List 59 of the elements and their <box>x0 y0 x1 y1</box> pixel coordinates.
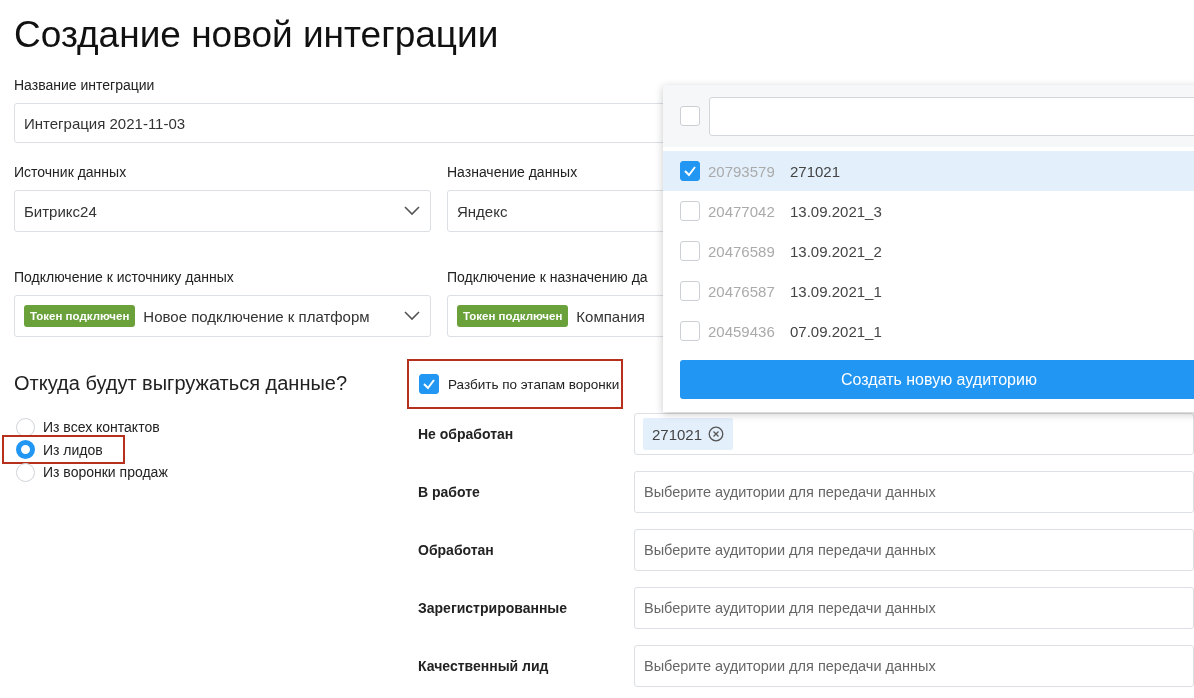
page-title: Создание новой интеграции <box>14 13 499 57</box>
audience-name: 271021 <box>790 162 841 180</box>
radio-label: Из воронки продаж <box>43 464 168 480</box>
audience-id: 20793579 <box>708 162 776 180</box>
field-label: Подключение к назначению да <box>447 269 648 285</box>
radio-button[interactable] <box>16 440 35 459</box>
audience-id: 20476589 <box>708 242 776 260</box>
remove-icon[interactable] <box>708 426 725 442</box>
audience-option[interactable]: 20477042 13.09.2021_3 <box>663 191 1194 231</box>
radio-label: Из лидов <box>43 441 103 458</box>
select-field[interactable]: Битрикс24 <box>14 190 431 232</box>
audience-select-field[interactable]: Выберите аудитории для передачи данных <box>634 529 1194 571</box>
status-badge: Токен подключен <box>24 305 136 327</box>
stage-label: Обработан <box>418 542 494 558</box>
audience-name: 13.09.2021_1 <box>790 282 882 300</box>
stage-label: Не обработан <box>418 426 514 442</box>
checkbox[interactable] <box>419 374 439 394</box>
checkbox-label: Разбить по этапам воронки <box>448 376 620 392</box>
checkbox[interactable] <box>680 321 700 341</box>
status-badge: Токен подключен <box>457 305 569 327</box>
checkmark-icon <box>683 164 697 178</box>
checkbox[interactable] <box>680 106 700 126</box>
audience-option[interactable]: 20476587 13.09.2021_1 <box>663 271 1194 311</box>
select-value: Новое подключение к платформ <box>143 307 370 325</box>
audience-id: 20476587 <box>708 282 776 300</box>
audience-select-field[interactable]: 271021 <box>634 413 1194 455</box>
audience-tag[interactable]: 271021 <box>643 418 734 450</box>
audience-name: 13.09.2021_3 <box>790 202 882 220</box>
field-label: Подключение к источнику данных <box>14 269 234 285</box>
audience-option[interactable]: 20459436 07.09.2021_1 <box>663 311 1194 351</box>
audience-name: 07.09.2021_1 <box>790 322 882 340</box>
checkbox[interactable] <box>680 241 700 261</box>
select-value: Битрикс24 <box>24 202 97 220</box>
checkbox[interactable] <box>680 281 700 301</box>
field-label: Название интеграции <box>14 77 155 93</box>
chevron-down-icon <box>404 206 420 216</box>
field-label: Источник данных <box>14 164 127 180</box>
stage-label: В работе <box>418 484 480 500</box>
select-field[interactable]: Токен подключен Новое подключение к платформ <box>14 295 431 337</box>
search-field[interactable] <box>709 96 1194 136</box>
radio-label: Из всех контактов <box>43 419 160 435</box>
audience-select-field[interactable]: Выберите аудитории для передачи данных <box>634 645 1194 687</box>
audience-select-field[interactable]: Выберите аудитории для передачи данных <box>634 587 1194 629</box>
field-label: Назначение данных <box>447 164 578 180</box>
select-value: Компания <box>576 307 645 325</box>
stage-label: Зарегистрированные <box>418 600 568 616</box>
audience-select-field[interactable]: Выберите аудитории для передачи данных <box>634 471 1194 513</box>
audience-id: 20477042 <box>708 202 776 220</box>
checkbox[interactable] <box>680 201 700 221</box>
checkbox[interactable] <box>680 161 700 181</box>
audience-id: 20459436 <box>708 322 776 340</box>
select-value: Яндекс <box>457 202 508 220</box>
audience-option[interactable]: 20476589 13.09.2021_2 <box>663 231 1194 271</box>
stage-label: Качественный лид <box>418 658 549 674</box>
checkmark-icon <box>422 377 436 391</box>
audience-name: 13.09.2021_2 <box>790 242 882 260</box>
chevron-down-icon <box>404 311 420 321</box>
audience-option[interactable]: 20793579 271021 <box>663 151 1194 191</box>
section-heading: Откуда будут выгружаться данные? <box>14 372 348 395</box>
